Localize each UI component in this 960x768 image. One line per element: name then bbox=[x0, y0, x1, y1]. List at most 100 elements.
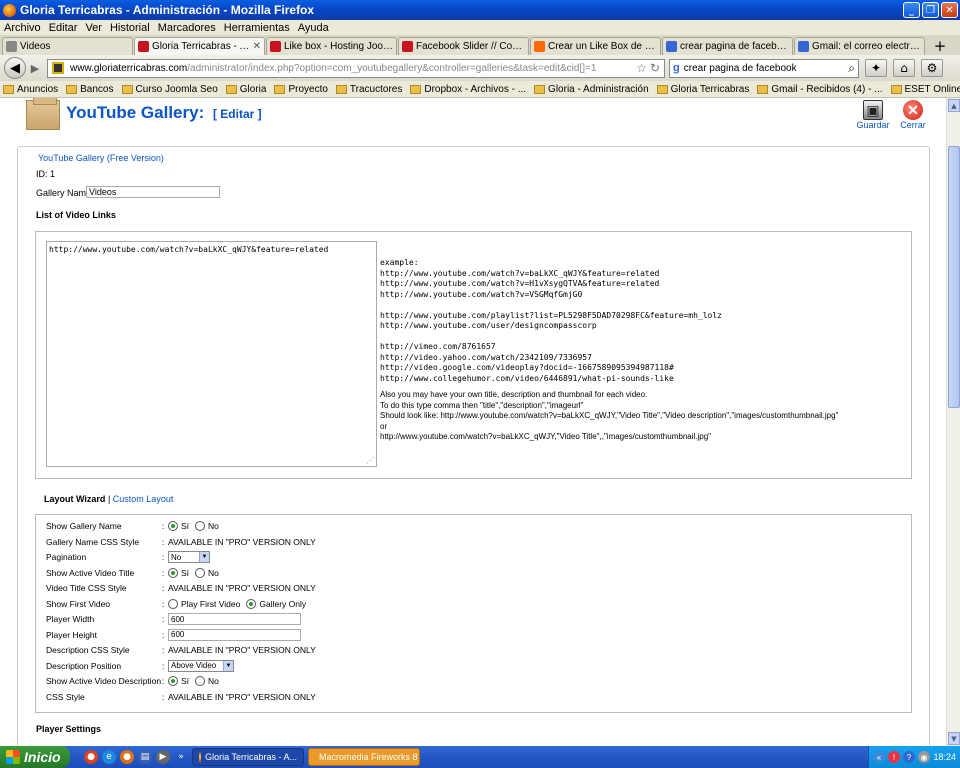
chevron-down-icon[interactable]: ▼ bbox=[223, 660, 233, 671]
radio-button[interactable] bbox=[168, 567, 178, 578]
page-scrollbar[interactable]: ▲ ▼ bbox=[946, 98, 960, 746]
start-button[interactable]: Inicio bbox=[0, 746, 70, 768]
row-label: Description Position bbox=[46, 660, 122, 671]
tab-custom-layout[interactable]: Custom Layout bbox=[113, 494, 174, 504]
folder-icon bbox=[3, 84, 14, 94]
search-bar[interactable]: g crear pagina de facebook ⌕ bbox=[669, 58, 859, 78]
firefox-quick-icon[interactable]: ● bbox=[120, 750, 134, 764]
scroll-down-icon[interactable]: ▼ bbox=[948, 732, 960, 745]
task-fireworks[interactable]: Macromedia Fireworks 8 bbox=[308, 748, 420, 766]
radio-button[interactable] bbox=[246, 598, 257, 609]
bookmark-item[interactable]: Tracuctores bbox=[335, 84, 402, 95]
example-gap bbox=[380, 332, 900, 343]
tab-label: Like box - Hosting Joomla bbox=[284, 41, 393, 52]
browser-tab[interactable]: Like box - Hosting Joomla bbox=[266, 37, 397, 55]
menu-item-ver[interactable]: Ver bbox=[81, 22, 106, 34]
layout-row: Video Title CSS Style: AVAILABLE IN "PRO"… bbox=[46, 581, 316, 595]
row-value: Sí No bbox=[168, 521, 225, 531]
menu-item-marcadores[interactable]: Marcadores bbox=[154, 22, 220, 34]
extension-icon[interactable]: ⚙ bbox=[921, 59, 943, 77]
row-label: Gallery Name CSS Style bbox=[46, 536, 140, 547]
radio-button[interactable] bbox=[195, 567, 206, 578]
google-icon[interactable]: g bbox=[673, 62, 680, 74]
radio-button[interactable] bbox=[168, 676, 178, 686]
media-icon[interactable]: ▶ bbox=[156, 750, 170, 764]
url-bar[interactable]: www.gloriaterricabras.com /administrator… bbox=[47, 58, 665, 78]
menu-item-archivo[interactable]: Archivo bbox=[0, 22, 45, 34]
tab-close-icon[interactable]: ✕ bbox=[253, 41, 261, 52]
search-input[interactable]: crear pagina de facebook bbox=[684, 63, 849, 74]
reload-icon[interactable]: ↻ bbox=[650, 61, 660, 75]
browser-tab[interactable]: Crear un Like Box de Fac... bbox=[530, 37, 661, 55]
radio-button[interactable] bbox=[168, 521, 178, 531]
tray-volume-icon[interactable]: ◉ bbox=[918, 751, 930, 763]
example-line: http://www.youtube.com/watch?v=H1vXsygQT… bbox=[380, 279, 660, 288]
forward-button[interactable]: ▶ bbox=[27, 59, 43, 77]
bookmark-star-icon[interactable]: ☆ bbox=[636, 61, 647, 75]
menu-item-editar[interactable]: Editar bbox=[45, 22, 82, 34]
menu-item-herramientas[interactable]: Herramientas bbox=[220, 22, 294, 34]
bookmark-item[interactable]: Gloria - Administración bbox=[534, 84, 649, 95]
tab-favicon-icon bbox=[6, 41, 17, 52]
page-title-edit: [ Editar ] bbox=[212, 107, 262, 121]
bookmark-item[interactable]: Curso Joomla Seo bbox=[121, 84, 218, 95]
tray-shield-icon[interactable]: ! bbox=[888, 751, 900, 763]
chrome-icon[interactable]: ● bbox=[84, 750, 98, 764]
bookmark-item[interactable]: Proyecto bbox=[274, 84, 328, 95]
maximize-button[interactable]: ❐ bbox=[922, 2, 939, 18]
bookmark-label: ESET Online Scanner |... bbox=[904, 83, 960, 95]
bookmark-item[interactable]: Gloria bbox=[225, 84, 266, 95]
chevron-down-icon[interactable]: ▼ bbox=[199, 552, 209, 562]
browser-tab[interactable]: Facebook Slider // Como c... bbox=[398, 37, 529, 55]
row-value: Play First Video Gallery Only bbox=[168, 598, 312, 609]
bookmark-item[interactable]: Bancos bbox=[66, 83, 114, 95]
save-button[interactable]: ▣ Guardar bbox=[853, 100, 893, 130]
addon-icon[interactable]: ✦ bbox=[865, 59, 887, 77]
new-tab-icon[interactable]: + bbox=[930, 37, 950, 55]
radio-button[interactable] bbox=[195, 676, 206, 686]
radio-button[interactable] bbox=[195, 521, 206, 531]
close-button[interactable]: ✕ Cerrar bbox=[893, 100, 933, 130]
explorer-icon[interactable]: ▤ bbox=[138, 750, 152, 764]
radio-label: Play First Video bbox=[181, 598, 241, 609]
bookmark-label: Bancos bbox=[80, 83, 114, 95]
bookmark-item[interactable]: ESET Online Scanner |... bbox=[890, 83, 960, 95]
layout-row: Pagination: No ▼ bbox=[46, 550, 210, 564]
minimize-button[interactable]: _ bbox=[903, 2, 920, 18]
layout-row: CSS Style: AVAILABLE IN "PRO" VERSION ONL… bbox=[46, 690, 316, 704]
tray-help-icon[interactable]: ? bbox=[903, 751, 915, 763]
menu-item-historial[interactable]: Historial bbox=[106, 22, 154, 34]
text-input[interactable]: 600 bbox=[168, 613, 301, 625]
bookmark-item[interactable]: Gmail - Recibidos (4) - ... bbox=[757, 84, 883, 95]
menu-item-ayuda[interactable]: Ayuda bbox=[294, 22, 333, 34]
video-links-textarea[interactable] bbox=[46, 241, 377, 467]
bookmark-item[interactable]: Anuncios bbox=[3, 84, 58, 95]
home-icon[interactable]: ⌂ bbox=[893, 59, 915, 77]
text-input[interactable]: 600 bbox=[168, 628, 301, 641]
resize-grip-icon[interactable]: ⋰ bbox=[366, 456, 374, 465]
browser-tab[interactable]: Videos bbox=[2, 37, 133, 55]
task-firefox[interactable]: Gloria Terricabras - A... bbox=[192, 748, 304, 766]
tray-chevron-icon[interactable]: « bbox=[873, 751, 885, 763]
browser-tab[interactable]: Gloria Terricabras - Admin...✕ bbox=[134, 37, 265, 55]
radio-button[interactable] bbox=[168, 598, 178, 609]
gallery-name-input[interactable] bbox=[86, 186, 220, 198]
bookmark-label: Anuncios bbox=[17, 83, 59, 95]
row-label: Player Height bbox=[46, 629, 98, 640]
bookmark-item[interactable]: Gloria Terricabras bbox=[656, 84, 749, 95]
dropdown-select[interactable]: No ▼ bbox=[168, 551, 210, 563]
dropdown-select[interactable]: Above Video ▼ bbox=[168, 659, 234, 672]
folder-icon bbox=[225, 84, 237, 94]
tab-layout-wizard[interactable]: Layout Wizard bbox=[44, 494, 105, 504]
back-button[interactable]: ◀ bbox=[4, 57, 26, 79]
browser-tab[interactable]: Gmail: el correo electrónic... bbox=[794, 37, 925, 55]
scrollbar-thumb[interactable] bbox=[948, 146, 960, 408]
browser-tab[interactable]: crear pagina de facebook... bbox=[662, 37, 793, 55]
bookmark-item[interactable]: Dropbox - Archivos - ... bbox=[410, 84, 526, 95]
close-window-button[interactable]: ✕ bbox=[941, 2, 958, 18]
ie-icon[interactable]: e bbox=[102, 750, 116, 764]
search-icon[interactable]: ⌕ bbox=[848, 61, 855, 76]
example-line: http://www.collegehumor.com/video/644689… bbox=[380, 373, 674, 383]
scroll-up-icon[interactable]: ▲ bbox=[948, 99, 960, 112]
more-quick-icon[interactable]: » bbox=[174, 750, 188, 764]
